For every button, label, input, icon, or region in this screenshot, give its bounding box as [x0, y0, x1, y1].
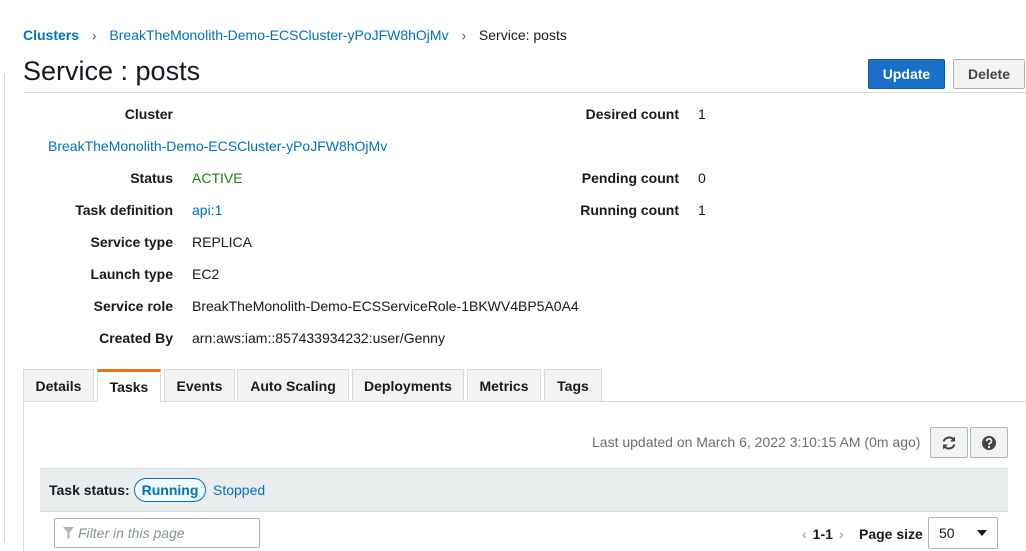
service-type-value: REPLICA	[192, 234, 252, 250]
tab-details[interactable]: Details	[23, 369, 94, 401]
delete-button[interactable]: Delete	[953, 59, 1025, 89]
cluster-label: Cluster	[124, 106, 173, 122]
next-page-icon[interactable]: ›	[839, 526, 844, 542]
tab-tasks[interactable]: Tasks	[97, 369, 161, 402]
last-updated-text: Last updated on March 6, 2022 3:10:15 AM…	[592, 434, 921, 450]
task-status-label: Task status:	[49, 482, 130, 498]
tab-metrics[interactable]: Metrics	[467, 369, 541, 401]
status-value: ACTIVE	[192, 170, 243, 186]
filter-icon	[63, 527, 74, 539]
page-size-label: Page size	[859, 526, 923, 542]
task-definition-link[interactable]: api:1	[192, 202, 222, 218]
filter-input[interactable]: Filter in this page	[54, 518, 260, 548]
refresh-button[interactable]	[930, 427, 968, 458]
task-status-running[interactable]: Running	[134, 478, 206, 502]
tab-auto-scaling[interactable]: Auto Scaling	[237, 369, 349, 401]
page-title: Service : posts	[23, 56, 201, 86]
service-role-label: Service role	[93, 298, 173, 314]
created-by-value: arn:aws:iam::857433934232:user/Genny	[192, 330, 445, 346]
status-label: Status	[130, 170, 173, 186]
breadcrumb-current: Service: posts	[478, 27, 567, 43]
update-button[interactable]: Update	[868, 59, 945, 89]
page-size-select[interactable]: 50	[928, 517, 998, 549]
created-by-label: Created By	[99, 330, 173, 346]
filter-placeholder: Filter in this page	[78, 525, 185, 541]
left-divider	[4, 74, 5, 542]
pending-count-label: Pending count	[581, 170, 679, 186]
help-icon	[981, 435, 997, 451]
service-type-label: Service type	[90, 234, 174, 250]
running-count-value: 1	[698, 202, 706, 218]
desired-count-value: 1	[698, 106, 706, 122]
pending-count-value: 0	[698, 170, 706, 186]
help-button[interactable]	[970, 427, 1008, 458]
running-count-label: Running count	[580, 202, 679, 218]
chevron-down-icon	[977, 530, 987, 536]
page-range: 1-1	[812, 526, 833, 542]
service-role-value: BreakTheMonolith-Demo-ECSServiceRole-1BK…	[192, 298, 579, 314]
previous-page-icon[interactable]: ‹	[802, 526, 807, 542]
breadcrumb-clusters-link[interactable]: Clusters	[23, 27, 79, 43]
title-divider	[23, 92, 1026, 93]
pagination: ‹ 1-1 ›	[796, 526, 850, 542]
breadcrumb-separator-icon: ›	[461, 26, 466, 44]
refresh-icon	[941, 435, 957, 451]
cluster-link[interactable]: BreakTheMonolith-Demo-ECSCluster-yPoJFW8…	[48, 138, 387, 154]
task-status-stopped[interactable]: Stopped	[213, 482, 265, 498]
breadcrumb-separator-icon: ›	[92, 26, 97, 44]
launch-type-value: EC2	[192, 266, 220, 282]
task-definition-label: Task definition	[75, 202, 173, 218]
tab-deployments[interactable]: Deployments	[352, 369, 464, 401]
tab-tags[interactable]: Tags	[544, 369, 602, 401]
launch-type-label: Launch type	[90, 266, 173, 282]
desired-count-label: Desired count	[585, 106, 679, 122]
page-size-value: 50	[939, 525, 955, 541]
tab-events[interactable]: Events	[164, 369, 235, 401]
breadcrumb-cluster-link[interactable]: BreakTheMonolith-Demo-ECSCluster-yPoJFW8…	[109, 27, 448, 43]
breadcrumb: Clusters › BreakTheMonolith-Demo-ECSClus…	[23, 26, 567, 44]
